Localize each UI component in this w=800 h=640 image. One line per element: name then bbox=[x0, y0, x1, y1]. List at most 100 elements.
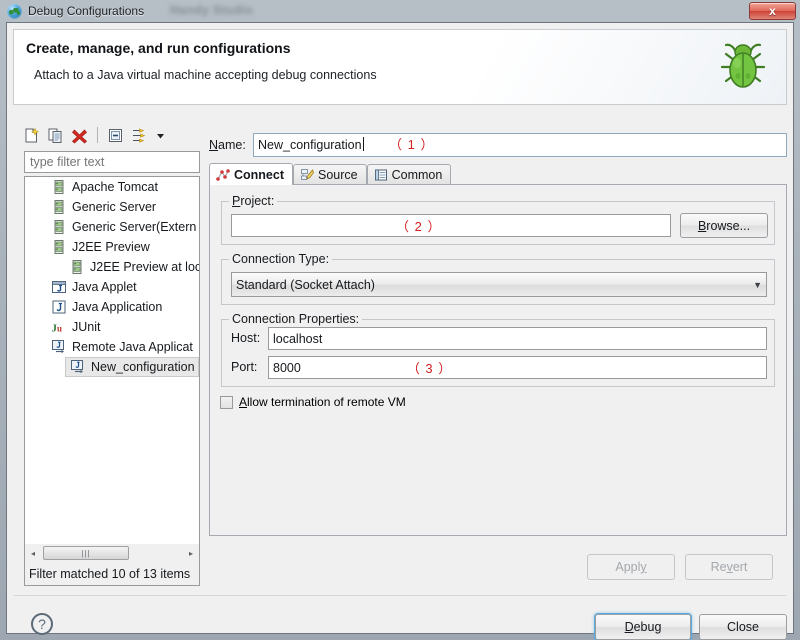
tree-item[interactable]: Java Application bbox=[47, 297, 199, 317]
name-input-value: New_configuration bbox=[258, 138, 362, 152]
header-title: Create, manage, and run configurations bbox=[26, 40, 291, 56]
view-menu-chevron-icon[interactable] bbox=[155, 127, 166, 144]
tree-item-label: Java Applet bbox=[72, 280, 137, 294]
toolbar-separator bbox=[97, 127, 98, 143]
annotation-2: （ 2 ） bbox=[396, 219, 442, 234]
scroll-left-arrow[interactable]: ◂ bbox=[25, 545, 41, 561]
project-group: Project: （ 2 ） Browse... bbox=[221, 194, 775, 245]
junit-icon: Ju bbox=[51, 319, 67, 335]
host-label: Host: bbox=[231, 331, 261, 345]
tab-connect-label: Connect bbox=[234, 167, 284, 182]
new-configuration-icon[interactable] bbox=[23, 127, 40, 144]
tree-item[interactable]: New_configuration bbox=[65, 357, 199, 377]
connection-type-value: Standard (Socket Attach) bbox=[236, 277, 375, 292]
remote-java-application-icon bbox=[70, 359, 86, 375]
window-title: Debug Configurations bbox=[28, 4, 145, 18]
allow-termination-checkbox-row[interactable]: Allow termination of remote VM bbox=[220, 395, 406, 409]
connection-type-title: Connection Type: bbox=[229, 252, 333, 266]
window-close-button[interactable]: x bbox=[749, 2, 796, 20]
help-question-icon[interactable]: ? bbox=[31, 613, 53, 635]
connection-properties-group: Connection Properties: Host: localhost P… bbox=[221, 312, 775, 387]
name-input[interactable]: New_configuration （ 1 ） bbox=[253, 133, 787, 157]
tree-item[interactable]: J2EE Preview at loc bbox=[65, 257, 199, 277]
debug-button[interactable]: Debug bbox=[595, 614, 691, 640]
tab-strip: Connect Source Common bbox=[209, 163, 787, 185]
text-caret bbox=[362, 137, 364, 151]
java-applet-icon bbox=[51, 279, 67, 295]
tree-horizontal-scrollbar[interactable]: ◂ ||| ▸ bbox=[24, 544, 200, 562]
filter-input[interactable] bbox=[24, 151, 200, 173]
configurations-tree-panel: Apache Tomcat Generic Server Generic Serve… bbox=[19, 119, 203, 591]
tree-item-label: J2EE Preview at loc bbox=[90, 260, 200, 274]
allow-termination-checkbox[interactable] bbox=[220, 395, 233, 409]
annotation-3: （ 3 ） bbox=[406, 361, 453, 376]
port-value: 8000 bbox=[273, 360, 301, 375]
name-row: Name: New_configuration （ 1 ） bbox=[209, 133, 787, 157]
duplicate-configuration-icon[interactable] bbox=[47, 127, 64, 144]
annotation-1: （ 1 ） bbox=[389, 137, 435, 152]
port-label: Port: bbox=[231, 360, 258, 374]
collapse-all-icon[interactable] bbox=[107, 127, 124, 144]
apply-button[interactable]: Apply bbox=[587, 554, 675, 580]
tree-item[interactable]: Generic Server bbox=[47, 197, 199, 217]
connect-tab-panel: Project: （ 2 ） Browse... Connection Type… bbox=[209, 184, 787, 536]
tab-source[interactable]: Source bbox=[293, 164, 367, 185]
tree-item[interactable]: Remote Java Applicat bbox=[47, 337, 199, 357]
dialog-header: Create, manage, and run configurations A… bbox=[13, 29, 787, 105]
connect-icon bbox=[216, 168, 230, 181]
tree-item-label: JUnit bbox=[72, 320, 101, 334]
tree-item-label: J2EE Preview bbox=[72, 240, 150, 254]
allow-termination-label: Allow termination of remote VM bbox=[239, 395, 406, 409]
tree-item-label: Java Application bbox=[72, 300, 163, 314]
revert-button[interactable]: Revert bbox=[685, 554, 773, 580]
debug-configurations-window: Handy Studio Debug Configurations x Crea… bbox=[0, 0, 800, 640]
tab-common-label: Common bbox=[391, 168, 443, 182]
tree-toolbar bbox=[19, 121, 203, 149]
server-icon bbox=[51, 219, 67, 235]
tree-item-label: Generic Server bbox=[72, 200, 157, 214]
tree-item[interactable]: Generic Server(Extern bbox=[47, 217, 199, 237]
chevron-down-icon: ▼ bbox=[753, 279, 762, 290]
scrollbar-thumb[interactable]: ||| bbox=[43, 546, 129, 560]
tree-item-label: Generic Server(Extern bbox=[72, 220, 197, 234]
connection-type-group: Connection Type: Standard (Socket Attach… bbox=[221, 252, 775, 305]
filter-configurations-icon[interactable] bbox=[131, 127, 148, 144]
name-label: Name: bbox=[209, 138, 246, 152]
project-group-title: Project: bbox=[229, 194, 278, 208]
close-button[interactable]: Close bbox=[699, 614, 787, 640]
server-icon bbox=[69, 259, 85, 275]
port-input[interactable]: 8000 （ 3 ） bbox=[268, 356, 767, 379]
globe-icon bbox=[7, 3, 22, 19]
tree-item[interactable]: J2EE Preview bbox=[47, 237, 199, 257]
configurations-tree[interactable]: Apache Tomcat Generic Server Generic Serve… bbox=[24, 176, 200, 544]
browse-button[interactable]: Browse... bbox=[680, 213, 768, 238]
tree-item[interactable]: Java Applet bbox=[47, 277, 199, 297]
tree-item[interactable]: Ju JUnit bbox=[47, 317, 199, 337]
tree-item-label: Apache Tomcat bbox=[72, 180, 158, 194]
common-list-icon bbox=[374, 169, 387, 181]
host-value: localhost bbox=[273, 331, 323, 346]
window-titlebar: Handy Studio Debug Configurations x bbox=[0, 0, 800, 22]
server-icon bbox=[51, 179, 67, 195]
connection-type-dropdown[interactable]: Standard (Socket Attach) ▼ bbox=[231, 272, 767, 297]
delete-configuration-icon[interactable] bbox=[71, 127, 88, 144]
host-input[interactable]: localhost bbox=[268, 327, 767, 350]
tree-item[interactable]: Apache Tomcat bbox=[47, 177, 199, 197]
tab-source-label: Source bbox=[318, 168, 358, 182]
tab-connect[interactable]: Connect bbox=[209, 163, 293, 185]
scroll-right-arrow[interactable]: ▸ bbox=[183, 545, 199, 561]
tab-common[interactable]: Common bbox=[366, 164, 452, 185]
footer-divider bbox=[14, 595, 786, 596]
server-icon bbox=[51, 239, 67, 255]
java-application-icon bbox=[51, 299, 67, 315]
filter-status-text: Filter matched 10 of 13 items bbox=[24, 562, 200, 586]
remote-java-application-icon bbox=[51, 339, 67, 355]
green-bug-icon bbox=[720, 43, 766, 88]
configuration-editor-panel: Name: New_configuration （ 1 ） Connect So… bbox=[209, 119, 787, 591]
tree-item-label: New_configuration bbox=[91, 360, 195, 374]
dialog-body: Create, manage, and run configurations A… bbox=[6, 22, 794, 640]
server-icon bbox=[51, 199, 67, 215]
project-input[interactable]: （ 2 ） bbox=[231, 214, 671, 237]
connection-properties-title: Connection Properties: bbox=[229, 312, 363, 326]
source-pencil-icon bbox=[301, 169, 314, 180]
